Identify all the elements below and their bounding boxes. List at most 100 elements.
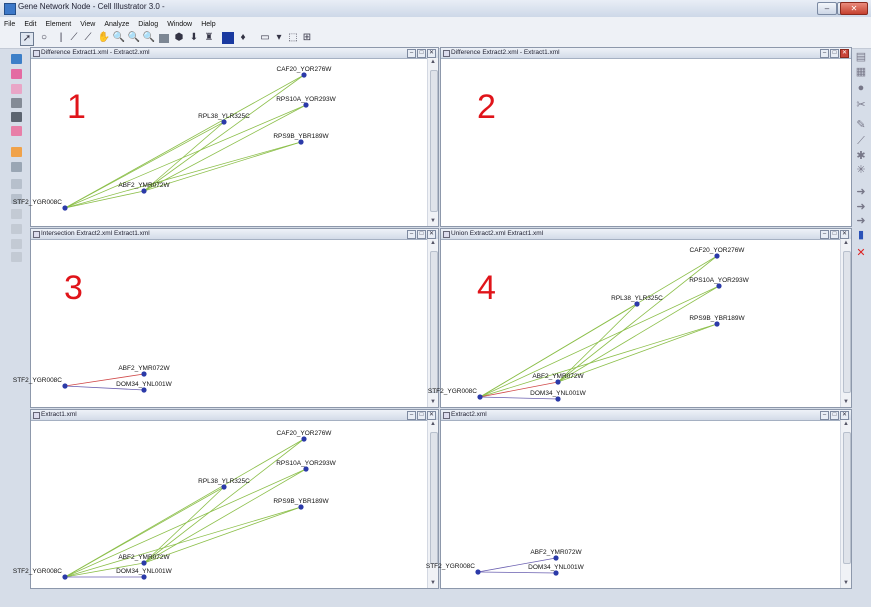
- hexagon-icon[interactable]: ⬢: [173, 32, 185, 44]
- minimize-button[interactable]: –: [817, 2, 837, 15]
- network-edge[interactable]: [477, 571, 557, 574]
- scroll-down-icon[interactable]: ▼: [429, 399, 437, 406]
- scroll-down-icon[interactable]: ▼: [842, 399, 850, 406]
- network-canvas[interactable]: ABF2_YMR072W STF2_YGR008C DOM34_YNL001W: [13, 239, 430, 407]
- protein-icon[interactable]: [11, 84, 22, 94]
- panel-close-button[interactable]: ✕: [427, 411, 436, 420]
- transport-icon[interactable]: [11, 162, 22, 172]
- network-edge[interactable]: [64, 506, 302, 578]
- complex-icon[interactable]: [11, 98, 22, 108]
- network-node[interactable]: [553, 555, 559, 561]
- circle-icon[interactable]: ●: [855, 83, 867, 94]
- network-node[interactable]: [298, 139, 304, 145]
- scroll-up-icon[interactable]: ▲: [429, 421, 437, 428]
- panel-minimize-button[interactable]: –: [820, 49, 829, 58]
- network-node[interactable]: [303, 466, 309, 472]
- panel-minimize-button[interactable]: –: [820, 230, 829, 239]
- compartment-icon[interactable]: [11, 112, 22, 122]
- panel-minimize-button[interactable]: –: [407, 230, 416, 239]
- zoom-arrow-icon[interactable]: ➜: [855, 187, 867, 198]
- scroll-up-icon[interactable]: ▲: [842, 421, 850, 428]
- align-right-icon[interactable]: [11, 224, 22, 234]
- network-canvas[interactable]: [441, 58, 853, 226]
- tools-icon[interactable]: ✱: [855, 151, 867, 162]
- network-node[interactable]: [141, 560, 147, 566]
- align-left-icon[interactable]: [11, 209, 22, 219]
- network-edge[interactable]: [64, 104, 307, 209]
- panel-intersection[interactable]: Intersection Extract2.xml Extract1.xml –…: [13, 228, 439, 408]
- network-node[interactable]: [221, 119, 227, 125]
- network-node[interactable]: [475, 569, 481, 575]
- close-button[interactable]: ✕: [840, 2, 868, 15]
- network-canvas[interactable]: CAF20_YOR276W RPS10A_YOR293W RPL38_YLR325C…: [428, 239, 843, 407]
- panel-maximize-button[interactable]: □: [417, 411, 426, 420]
- network-node[interactable]: [62, 383, 68, 389]
- connector-icon[interactable]: ⟋: [68, 32, 80, 44]
- panel-minimize-button[interactable]: –: [407, 411, 416, 420]
- arrow-down-icon[interactable]: ♦: [237, 32, 249, 44]
- layout-icon[interactable]: ▦: [855, 67, 867, 78]
- network-node[interactable]: [303, 102, 309, 108]
- process-icon[interactable]: |: [55, 32, 67, 44]
- panel-close-button[interactable]: ✕: [840, 230, 849, 239]
- panel-maximize-button[interactable]: □: [830, 49, 839, 58]
- network-node[interactable]: [62, 574, 68, 580]
- connector-alt-icon[interactable]: ⟋: [82, 32, 94, 44]
- panel-maximize-button[interactable]: □: [830, 411, 839, 420]
- network-node[interactable]: [221, 484, 227, 490]
- pencil-icon[interactable]: ✎: [855, 120, 867, 131]
- network-edge[interactable]: [143, 486, 225, 564]
- scroll-down-icon[interactable]: ▼: [429, 218, 437, 225]
- network-node[interactable]: [141, 188, 147, 194]
- zoom-in-icon[interactable]: 🔍: [113, 32, 125, 44]
- panel-maximize-button[interactable]: □: [830, 230, 839, 239]
- network-edge[interactable]: [479, 323, 718, 398]
- distribute-icon[interactable]: [11, 239, 22, 249]
- arrow-left-icon[interactable]: ➜: [855, 202, 867, 213]
- network-edge[interactable]: [64, 74, 305, 209]
- scroll-up-icon[interactable]: ▲: [842, 240, 850, 247]
- arrow-back-icon[interactable]: ➜: [855, 216, 867, 227]
- scroll-up-icon[interactable]: ▲: [429, 240, 437, 247]
- panel-close-button[interactable]: ✕: [840, 411, 849, 420]
- person-icon[interactable]: ♜: [203, 32, 215, 44]
- scroll-down-icon[interactable]: ▼: [429, 580, 437, 587]
- scroll-down-icon[interactable]: ▼: [842, 580, 850, 587]
- scroll-thumb[interactable]: [430, 432, 438, 564]
- network-node[interactable]: [141, 574, 147, 580]
- gene-icon[interactable]: [11, 69, 22, 79]
- color-square-icon[interactable]: [222, 32, 234, 44]
- zoom-fit-icon[interactable]: 🔍: [143, 32, 155, 44]
- entity-icon[interactable]: [11, 54, 22, 64]
- scissors-icon[interactable]: ✂: [855, 100, 867, 111]
- dropdown-icon[interactable]: ▾: [276, 32, 282, 44]
- panel-extract2[interactable]: Extract2.xml – □ ✕ ▲ ▼ ABF2_YMR072W STF2_YGR…: [426, 409, 852, 589]
- network-canvas[interactable]: ABF2_YMR072W STF2_YGR008C DOM34_YNL001W: [426, 420, 843, 588]
- network-node[interactable]: [141, 371, 147, 377]
- network-node[interactable]: [141, 387, 147, 393]
- network-edge[interactable]: [143, 121, 225, 192]
- book-icon[interactable]: ▮: [855, 230, 867, 241]
- network-node[interactable]: [301, 72, 307, 78]
- connect-icon[interactable]: [11, 252, 22, 262]
- panel-minimize-button[interactable]: –: [407, 49, 416, 58]
- frame-icon[interactable]: ⬚: [287, 32, 299, 44]
- zoom-out-icon[interactable]: 🔍: [128, 32, 140, 44]
- network-edge[interactable]: [64, 190, 145, 209]
- bucket-icon[interactable]: ⬇: [188, 32, 200, 44]
- network-node[interactable]: [298, 504, 304, 510]
- network-node[interactable]: [301, 436, 307, 442]
- panel-maximize-button[interactable]: □: [417, 49, 426, 58]
- panel-close-button[interactable]: ✕: [427, 49, 436, 58]
- panel-difference-2[interactable]: Difference Extract2.xml - Extract1.xml –…: [440, 47, 852, 227]
- panel-close-button[interactable]: ✕: [427, 230, 436, 239]
- panel-difference-1[interactable]: Difference Extract1.xml - Extract2.xml –…: [13, 47, 439, 227]
- panel-extract1[interactable]: Extract1.xml – □ ✕ ▲ ▼ CAF20_YOR276W RPS10A_…: [13, 409, 439, 589]
- network-node[interactable]: [553, 570, 559, 576]
- pointer-icon[interactable]: ➚: [20, 32, 34, 46]
- line-style-icon[interactable]: ▭: [256, 32, 274, 44]
- network-node[interactable]: [477, 394, 483, 400]
- network-node[interactable]: [555, 396, 561, 402]
- panel-close-button[interactable]: ✕: [840, 49, 849, 58]
- panel-minimize-button[interactable]: –: [820, 411, 829, 420]
